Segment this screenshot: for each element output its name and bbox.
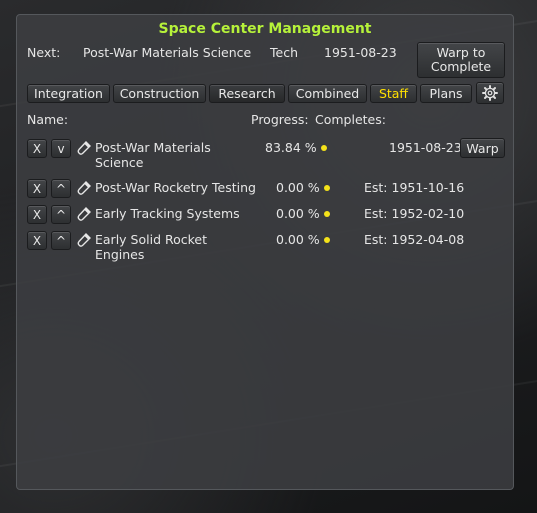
column-header-completes: Completes: [315, 112, 386, 127]
window-title: Space Center Management [158, 21, 372, 37]
gear-icon [482, 85, 498, 101]
move-down-button[interactable]: v [51, 139, 71, 158]
research-name: Post-War Materials Science [95, 140, 211, 170]
status-dot [324, 211, 330, 217]
research-completes: Est: 1951-10-16 [364, 180, 465, 195]
flask-icon [77, 207, 91, 221]
research-completes: Est: 1952-04-08 [364, 232, 465, 247]
research-name: Post-War Rocketry Testing [95, 180, 256, 195]
tab-research[interactable]: Research [209, 84, 285, 103]
research-completes: Est: 1952-02-10 [364, 206, 465, 221]
flask-icon [77, 181, 91, 195]
space-center-window: Space Center Management Next: Post-War M… [16, 14, 514, 490]
next-item-name: Post-War Materials Science [83, 45, 252, 60]
research-progress: 0.00 % [276, 206, 320, 221]
status-dot [324, 185, 330, 191]
flask-icon [77, 141, 91, 155]
flask-icon [77, 233, 91, 247]
move-up-button[interactable]: ^ [51, 179, 71, 198]
tab-construction[interactable]: Construction [113, 84, 206, 103]
remove-button[interactable]: X [27, 231, 47, 250]
tab-staff[interactable]: Staff [370, 84, 417, 103]
tab-combined[interactable]: Combined [288, 84, 367, 103]
status-dot [321, 145, 327, 151]
status-dot [324, 237, 330, 243]
next-item-date: 1951-08-23 [324, 45, 397, 60]
next-label: Next: [27, 45, 61, 60]
move-up-button[interactable]: ^ [51, 205, 71, 224]
next-item-type: Tech [270, 45, 298, 60]
tab-plans[interactable]: Plans [420, 84, 472, 103]
research-name: Early Solid Rocket Engines [95, 232, 208, 262]
warp-to-complete-button[interactable]: Warp to Complete [417, 42, 505, 78]
remove-button[interactable]: X [27, 139, 47, 158]
warp-button[interactable]: Warp [460, 138, 505, 158]
tab-integration[interactable]: Integration [27, 84, 110, 103]
remove-button[interactable]: X [27, 179, 47, 198]
research-name: Early Tracking Systems [95, 206, 240, 221]
research-completes: 1951-08-23 [389, 140, 462, 155]
settings-button[interactable] [476, 82, 504, 104]
research-progress: 0.00 % [276, 180, 320, 195]
column-header-progress: Progress: [251, 112, 309, 127]
column-header-name: Name: [27, 112, 69, 127]
move-up-button[interactable]: ^ [51, 231, 71, 250]
research-progress: 0.00 % [276, 232, 320, 247]
remove-button[interactable]: X [27, 205, 47, 224]
research-progress: 83.84 % [265, 140, 317, 155]
